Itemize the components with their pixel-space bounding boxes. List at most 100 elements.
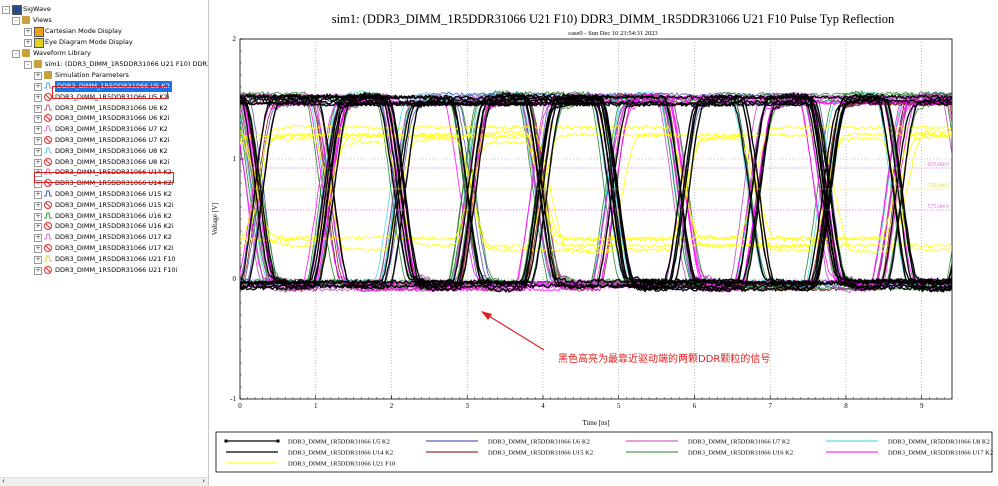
plot-area	[239, 38, 953, 400]
x-tick-label: 4	[541, 402, 545, 410]
sigwave-icon	[12, 5, 22, 15]
expand-toggle-icon[interactable]: +	[34, 256, 42, 264]
expand-toggle-icon[interactable]: +	[34, 137, 42, 145]
x-tick-label: 8	[844, 402, 848, 410]
chart-title: sim1: (DDR3_DIMM_1R5DDR31066 U21 F10) DD…	[332, 12, 895, 26]
wave-icon	[44, 233, 52, 241]
tree-item-label: DDR3_DIMM_1R5DDR31066 U21 F10i	[55, 266, 178, 274]
tree-item-label: Views	[33, 16, 52, 24]
expand-toggle-icon[interactable]: +	[34, 126, 42, 134]
highlight-box	[52, 86, 168, 99]
tree-item-label: sim1: (DDR3_DIMM_1R5DDR31066 U21 F10) DD…	[45, 60, 209, 68]
disabled-icon	[44, 222, 52, 230]
folder-icon	[22, 16, 30, 24]
tree-item-waveform[interactable]: + DDR3_DIMM_1R5DDR31066 U7 K2	[0, 124, 208, 135]
tree-item-waveform[interactable]: + DDR3_DIMM_1R5DDR31066 U7 K2i	[0, 135, 208, 146]
x-tick-label: 9	[920, 402, 924, 410]
tree-item-label: Waveform Library	[33, 49, 91, 57]
expand-toggle-icon[interactable]: +	[34, 267, 42, 275]
expand-toggle-icon[interactable]: +	[34, 213, 42, 221]
tree-item-waveform[interactable]: + DDR3_DIMM_1R5DDR31066 U8 K2	[0, 146, 208, 157]
disabled-icon	[44, 93, 52, 101]
reference-line-label: 575.0mV	[928, 204, 951, 210]
folder-icon	[34, 60, 42, 68]
tree-item-label: DDR3_DIMM_1R5DDR31066 U15 K2	[55, 190, 172, 198]
expand-toggle-icon[interactable]: +	[34, 72, 42, 80]
legend-label: DDR3_DIMM_1R5DDR31066 U15 K2	[488, 450, 593, 457]
tree-item-label: DDR3_DIMM_1R5DDR31066 U17 K2i	[55, 244, 174, 252]
tree-sim1[interactable]: - sim1: (DDR3_DIMM_1R5DDR31066 U21 F10) D…	[0, 59, 208, 70]
chart-subtitle: case0 - Sun Dec 10 23:54:31 2023	[568, 30, 658, 37]
expand-toggle-icon[interactable]: +	[34, 94, 42, 102]
tree-views[interactable]: - Views	[0, 15, 208, 26]
scroll-right-icon[interactable]: ›	[202, 477, 205, 485]
reference-line-label: 925.0mV	[928, 162, 951, 168]
tree-item-label: DDR3_DIMM_1R5DDR31066 U6 K2i	[55, 114, 170, 122]
expand-toggle-icon[interactable]: +	[24, 28, 32, 36]
y-tick-label: 2	[233, 35, 237, 43]
tree-item-waveform[interactable]: + DDR3_DIMM_1R5DDR31066 U17 K2	[0, 232, 208, 243]
collapse-toggle-icon[interactable]: -	[2, 6, 10, 14]
disabled-icon	[44, 201, 52, 209]
x-axis-label: Time [ns]	[582, 419, 609, 427]
tree-cartesian-mode[interactable]: + Cartesian Mode Display	[0, 26, 208, 37]
tree-item-label: Simulation Parameters	[55, 71, 129, 79]
x-tick-label: 6	[693, 402, 697, 410]
wave-icon	[44, 125, 52, 133]
expand-toggle-icon[interactable]: +	[34, 191, 42, 199]
tree-item-waveform[interactable]: + DDR3_DIMM_1R5DDR31066 U17 K2i	[0, 243, 208, 254]
expand-toggle-icon[interactable]: +	[34, 159, 42, 167]
y-tick-label: 0	[233, 275, 237, 283]
tree-item-waveform[interactable]: + DDR3_DIMM_1R5DDR31066 U16 K2i	[0, 221, 208, 232]
expand-toggle-icon[interactable]: +	[34, 245, 42, 253]
legend-label: DDR3_DIMM_1R5DDR31066 U6 K2	[488, 439, 590, 446]
tree-item-waveform[interactable]: + DDR3_DIMM_1R5DDR31066 U21 F10	[0, 254, 208, 265]
legend-label: DDR3_DIMM_1R5DDR31066 U16 K2	[688, 450, 793, 457]
wave-icon	[44, 255, 52, 263]
tree-item-waveform[interactable]: + DDR3_DIMM_1R5DDR31066 U6 K2i	[0, 113, 208, 124]
tree-item-label: DDR3_DIMM_1R5DDR31066 U7 K2i	[55, 136, 170, 144]
tree-item-waveform[interactable]: + DDR3_DIMM_1R5DDR31066 U21 F10i	[0, 265, 208, 276]
tree-item-waveform[interactable]: + DDR3_DIMM_1R5DDR31066 U15 K2i	[0, 200, 208, 211]
expand-toggle-icon[interactable]: +	[34, 83, 42, 91]
folder-icon	[22, 49, 30, 57]
cartesian-icon	[34, 27, 44, 37]
tree-item-label: Eye Diagram Mode Display	[45, 38, 133, 46]
collapse-toggle-icon[interactable]: -	[12, 50, 20, 58]
tree-item-label: DDR3_DIMM_1R5DDR31066 U16 K2i	[55, 222, 174, 230]
disabled-icon	[44, 266, 52, 274]
x-tick-label: 7	[768, 402, 772, 410]
reference-line-label: 750.0mV	[928, 183, 951, 189]
expand-toggle-icon[interactable]: +	[34, 223, 42, 231]
legend-marker	[224, 439, 228, 443]
tree-item-label: DDR3_DIMM_1R5DDR31066 U7 K2	[55, 125, 168, 133]
expand-toggle-icon[interactable]: +	[24, 39, 32, 47]
eye-icon	[34, 38, 44, 48]
wave-icon	[44, 104, 52, 112]
tree-simulation-parameters[interactable]: + Simulation Parameters	[0, 70, 208, 81]
horizontal-scrollbar[interactable]: ‹ ›	[0, 477, 208, 486]
tree-eye-mode[interactable]: + Eye Diagram Mode Display	[0, 37, 208, 48]
expand-toggle-icon[interactable]: +	[34, 234, 42, 242]
collapse-toggle-icon[interactable]: -	[24, 61, 32, 69]
expand-toggle-icon[interactable]: +	[34, 115, 42, 123]
x-tick-label: 1	[314, 402, 318, 410]
annotation-text: 黑色高亮为最靠近驱动端的两颗DDR颗粒的信号	[558, 352, 770, 365]
scroll-left-icon[interactable]: ‹	[2, 477, 5, 485]
expand-toggle-icon[interactable]: +	[34, 148, 42, 156]
tree-item-label: Cartesian Mode Display	[45, 27, 122, 35]
legend-label: DDR3_DIMM_1R5DDR31066 U7 K2	[688, 439, 790, 446]
tree-waveform-library[interactable]: - Waveform Library	[0, 48, 208, 59]
x-tick-label: 3	[465, 402, 469, 410]
y-tick-label: 1	[233, 155, 237, 163]
wave-icon	[44, 190, 52, 198]
legend-label: DDR3_DIMM_1R5DDR31066 U21 F10	[288, 461, 395, 468]
wave-icon	[44, 147, 52, 155]
tree-root-sigwave[interactable]: - SigWave	[0, 4, 208, 15]
expand-toggle-icon[interactable]: +	[34, 105, 42, 113]
expand-toggle-icon[interactable]: +	[34, 202, 42, 210]
legend-label: DDR3_DIMM_1R5DDR31066 U5 K2	[288, 439, 390, 446]
tree-item-waveform[interactable]: + DDR3_DIMM_1R5DDR31066 U15 K2	[0, 189, 208, 200]
collapse-toggle-icon[interactable]: -	[12, 17, 20, 25]
wave-icon	[44, 82, 52, 90]
